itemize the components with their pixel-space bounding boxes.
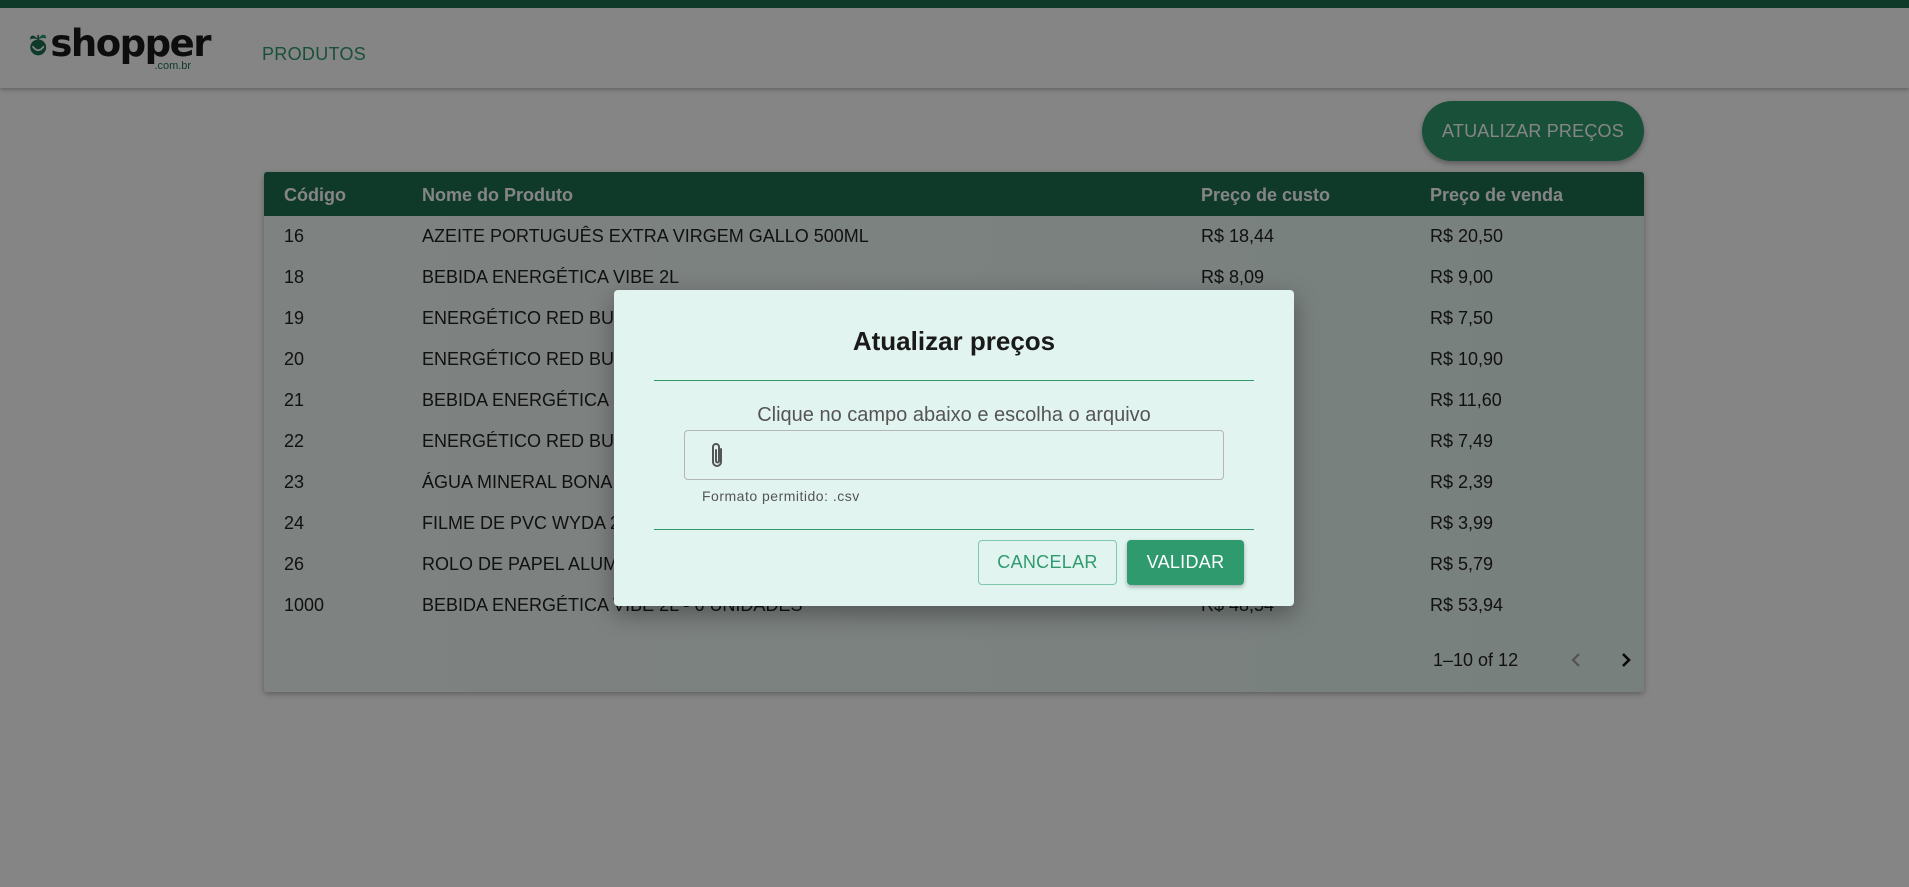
dialog-instruction: Clique no campo abaixo e escolha o arqui…	[757, 404, 1151, 426]
file-input[interactable]	[684, 430, 1224, 480]
dialog-title: Atualizar preços	[852, 326, 1056, 356]
validate-button[interactable]: VALIDAR	[1127, 540, 1244, 585]
divider	[654, 529, 1254, 530]
cancel-button[interactable]: CANCELAR	[978, 540, 1117, 585]
update-prices-dialog: Atualizar preços Clique no campo abaixo …	[614, 290, 1294, 606]
divider	[654, 380, 1254, 381]
paperclip-icon	[712, 443, 722, 467]
file-format-helper: Formato permitido: .csv	[702, 488, 860, 504]
